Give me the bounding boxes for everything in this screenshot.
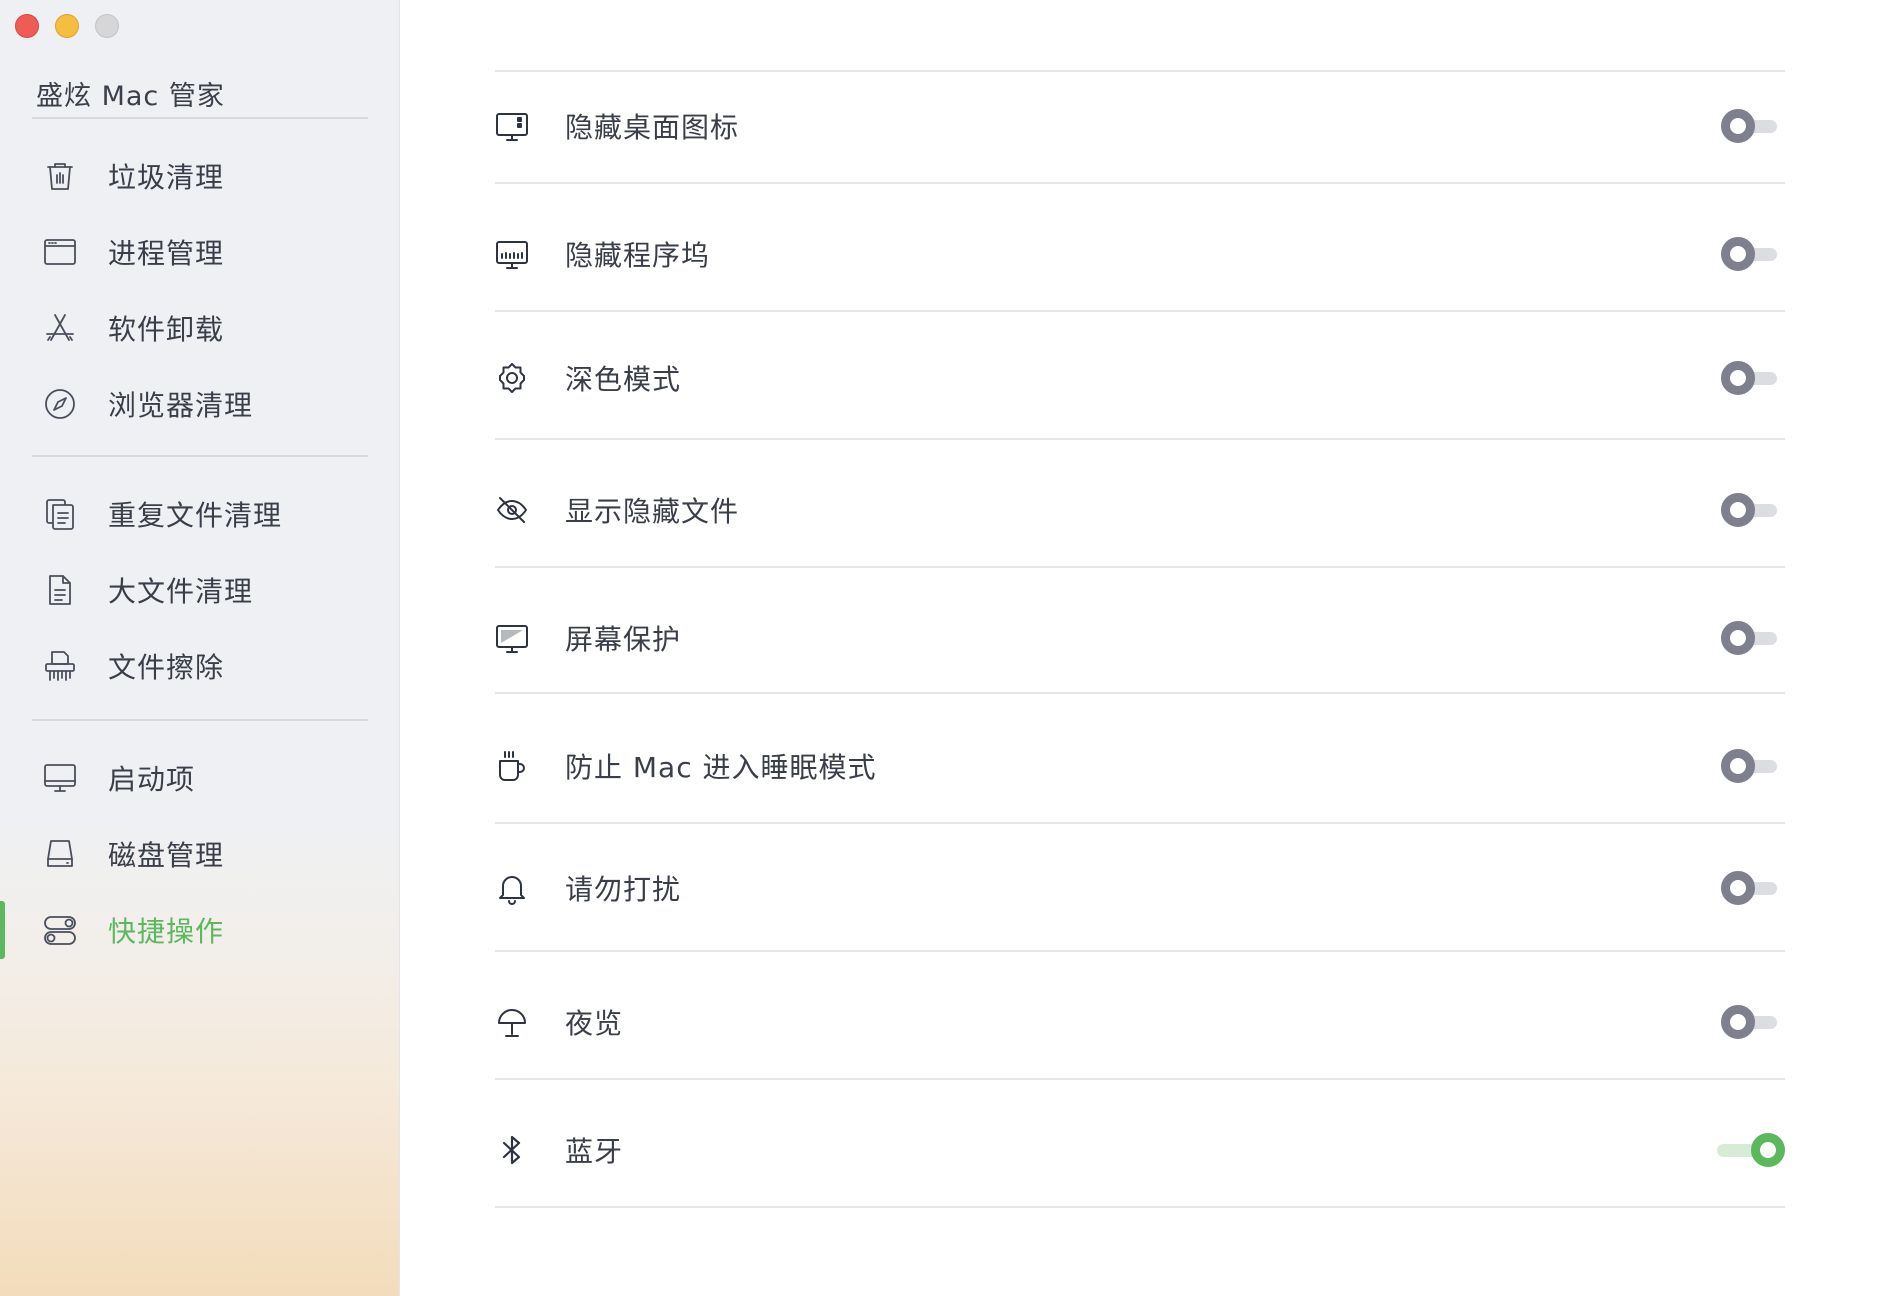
- toggle-switch[interactable]: [1711, 490, 1785, 530]
- active-indicator: [0, 901, 5, 959]
- sidebar-item-app-uninstall[interactable]: 软件卸载: [0, 295, 398, 361]
- sidebar-item-disk-management[interactable]: 磁盘管理: [0, 821, 398, 887]
- app-title: 盛炫 Mac 管家: [36, 81, 225, 112]
- trash-icon: [42, 158, 78, 194]
- window-controls: [15, 14, 119, 38]
- screensaver-icon: [495, 621, 529, 655]
- bluetooth-icon: [495, 1133, 529, 1167]
- setting-label: 深色模式: [565, 363, 682, 396]
- toggles-icon: [42, 912, 78, 948]
- row-divider: [495, 950, 1785, 952]
- toggle-switch[interactable]: [1711, 1130, 1785, 1170]
- sidebar-item-label: 重复文件清理: [108, 499, 283, 532]
- app-window: 盛炫 Mac 管家 垃圾清理 进程管理 软件卸载 浏览器清理 重复文件清理 大文…: [0, 0, 1880, 1296]
- sidebar-item-browser-cleanup[interactable]: 浏览器清理: [0, 371, 398, 437]
- toggle-switch[interactable]: [1711, 358, 1785, 398]
- setting-label: 夜览: [565, 1007, 624, 1040]
- row-divider: [495, 182, 1785, 184]
- row-divider: [495, 70, 1785, 72]
- sidebar-item-label: 文件擦除: [108, 651, 225, 684]
- row-divider: [495, 438, 1785, 440]
- compass-icon: [42, 386, 78, 422]
- setting-row-bluetooth: 蓝牙: [495, 1105, 1785, 1195]
- setting-row-screensaver: 屏幕保护: [495, 593, 1785, 683]
- sidebar-item-label: 快捷操作: [108, 915, 225, 948]
- sidebar-item-startup-items[interactable]: 启动项: [0, 745, 398, 811]
- disk-icon: [42, 836, 78, 872]
- minimize-window-button[interactable]: [55, 14, 79, 38]
- sidebar: 盛炫 Mac 管家 垃圾清理 进程管理 软件卸载 浏览器清理 重复文件清理 大文…: [0, 0, 400, 1296]
- setting-row-night-shift: 夜览: [495, 977, 1785, 1067]
- toggle-switch[interactable]: [1711, 618, 1785, 658]
- setting-label: 显示隐藏文件: [565, 495, 740, 528]
- setting-label: 屏幕保护: [565, 623, 682, 656]
- sidebar-divider: [32, 117, 368, 119]
- setting-row-dark-mode: 深色模式: [495, 333, 1785, 423]
- setting-label: 防止 Mac 进入睡眠模式: [565, 751, 877, 784]
- setting-row-hide-desktop-icons: 隐藏桌面图标: [495, 81, 1785, 171]
- zoom-window-button[interactable]: [95, 14, 119, 38]
- lamp-icon: [495, 1005, 529, 1039]
- gear-icon: [495, 361, 529, 395]
- row-divider: [495, 566, 1785, 568]
- toggle-switch[interactable]: [1711, 106, 1785, 146]
- sidebar-item-file-shredder[interactable]: 文件擦除: [0, 633, 398, 699]
- app-store-icon: [42, 310, 78, 346]
- monitor-icon: [42, 760, 78, 796]
- row-divider: [495, 1206, 1785, 1208]
- sidebar-item-label: 浏览器清理: [108, 389, 254, 422]
- duplicate-files-icon: [42, 496, 78, 532]
- row-divider: [495, 1078, 1785, 1080]
- dock-icon: [495, 237, 529, 271]
- setting-label: 隐藏桌面图标: [565, 111, 740, 144]
- setting-row-do-not-disturb: 请勿打扰: [495, 843, 1785, 933]
- setting-label: 隐藏程序坞: [565, 239, 711, 272]
- toggle-switch[interactable]: [1711, 1002, 1785, 1042]
- sidebar-item-duplicate-files[interactable]: 重复文件清理: [0, 481, 398, 547]
- setting-label: 请勿打扰: [565, 873, 682, 906]
- row-divider: [495, 310, 1785, 312]
- row-divider: [495, 822, 1785, 824]
- sidebar-item-label: 大文件清理: [108, 575, 254, 608]
- sidebar-item-trash-cleanup[interactable]: 垃圾清理: [0, 143, 398, 209]
- document-icon: [42, 572, 78, 608]
- setting-row-show-hidden-files: 显示隐藏文件: [495, 465, 1785, 555]
- sidebar-item-label: 进程管理: [108, 237, 225, 270]
- sidebar-item-label: 磁盘管理: [108, 839, 225, 872]
- sidebar-item-label: 垃圾清理: [108, 161, 225, 194]
- toggle-switch[interactable]: [1711, 868, 1785, 908]
- sidebar-item-process-manager[interactable]: 进程管理: [0, 219, 398, 285]
- toggle-switch[interactable]: [1711, 234, 1785, 274]
- sidebar-divider: [32, 719, 368, 721]
- row-divider: [495, 692, 1785, 694]
- bell-icon: [495, 871, 529, 905]
- setting-label: 蓝牙: [565, 1135, 624, 1168]
- setting-row-hide-dock: 隐藏程序坞: [495, 209, 1785, 299]
- eye-slash-icon: [495, 493, 529, 527]
- sidebar-item-quick-actions[interactable]: 快捷操作: [0, 897, 398, 963]
- quick-actions-panel: 隐藏桌面图标 隐藏程序坞 深色模式 显示隐藏文件 屏幕保护 防止 Mac 进入睡…: [400, 0, 1880, 1296]
- close-window-button[interactable]: [15, 14, 39, 38]
- shredder-icon: [42, 648, 78, 684]
- setting-row-prevent-sleep: 防止 Mac 进入睡眠模式: [495, 721, 1785, 811]
- desktop-icons-icon: [495, 109, 529, 143]
- sidebar-item-label: 软件卸载: [108, 313, 225, 346]
- sidebar-divider: [32, 455, 368, 457]
- sidebar-item-large-files[interactable]: 大文件清理: [0, 557, 398, 623]
- window-icon: [42, 234, 78, 270]
- coffee-cup-icon: [495, 749, 529, 783]
- sidebar-item-label: 启动项: [108, 763, 196, 796]
- toggle-switch[interactable]: [1711, 746, 1785, 786]
